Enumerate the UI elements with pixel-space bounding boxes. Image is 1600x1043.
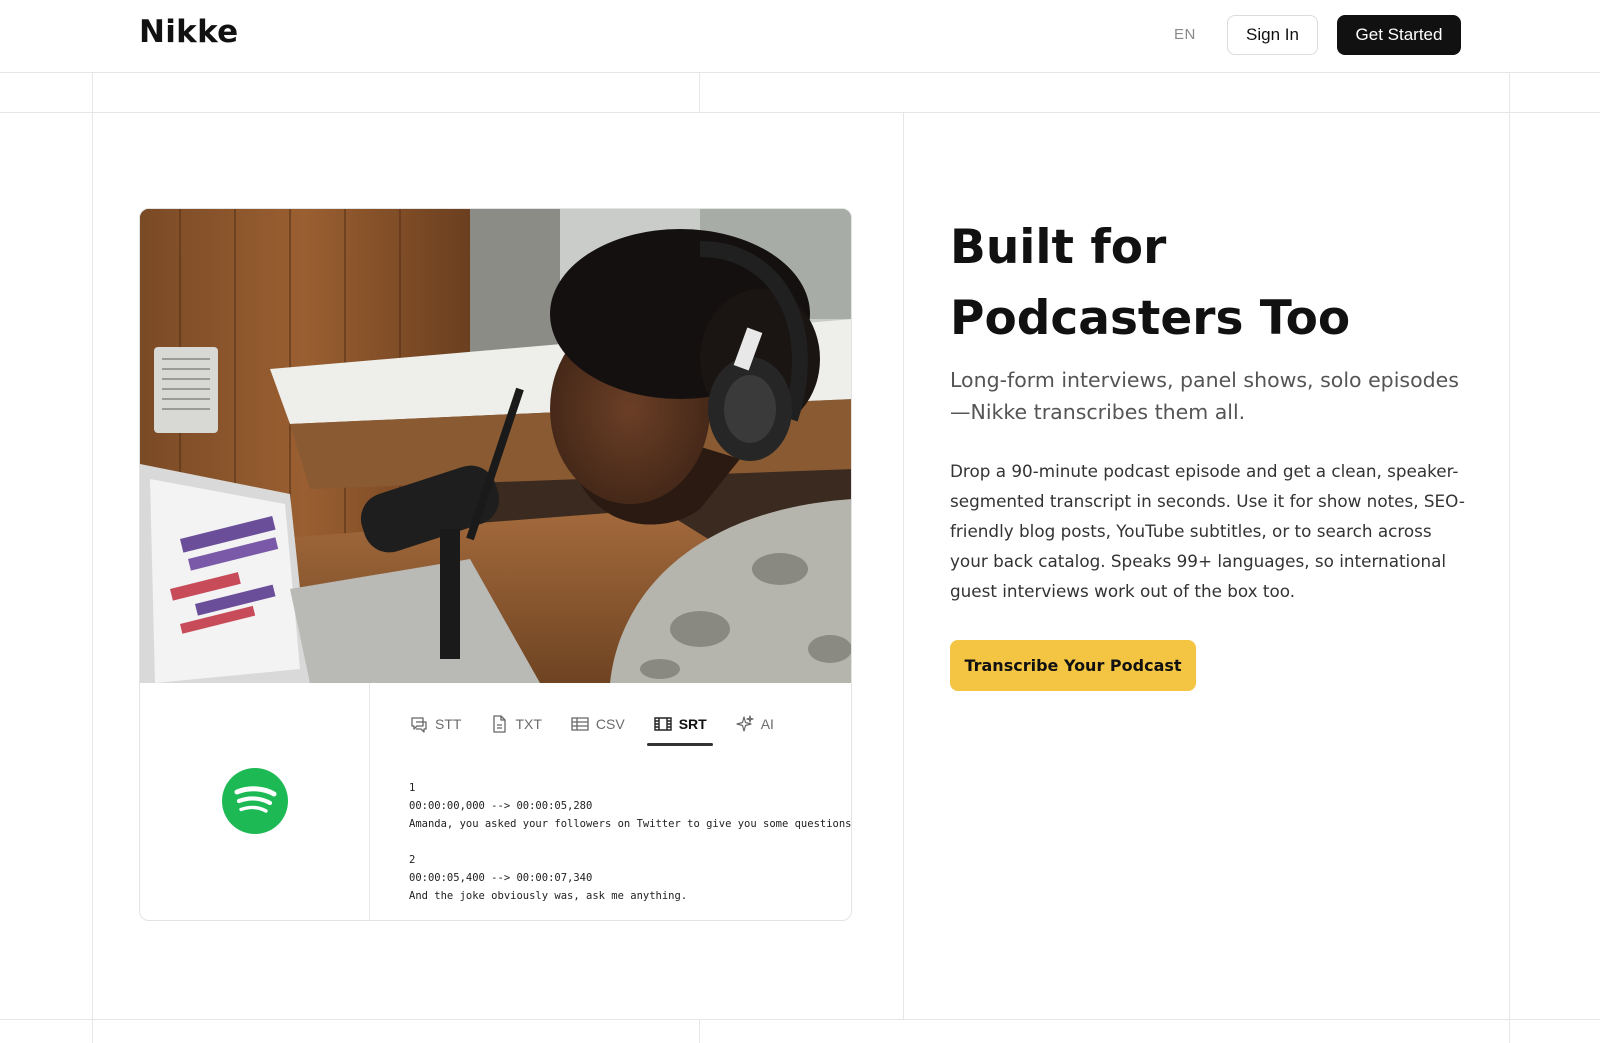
srt-transcript: 1 00:00:00,000 --> 00:00:05,280 Amanda, yo… [409, 779, 852, 905]
srt-line: 2 [409, 854, 416, 866]
sign-in-button[interactable]: Sign In [1227, 15, 1318, 55]
speech-bubble-icon [411, 717, 427, 733]
headline-line: Built for [950, 220, 1167, 275]
podcaster-photo [140, 209, 851, 683]
srt-line: And the joke obviously was, ask me anyth… [409, 890, 688, 902]
document-icon [493, 715, 507, 733]
grid-line [903, 112, 904, 1019]
film-icon [654, 717, 672, 731]
srt-line: Amanda, you asked your followers on Twit… [409, 818, 852, 830]
tab-label: STT [435, 716, 462, 732]
srt-line: 00:00:00,000 --> 00:00:05,280 [409, 800, 593, 812]
tab-stt[interactable]: STT [399, 709, 471, 739]
description: Drop a 90-minute podcast episode and get… [950, 461, 1465, 601]
page-title: Built for Podcasters Too [950, 212, 1490, 354]
table-icon [571, 717, 589, 731]
srt-line: 00:00:05,400 --> 00:00:07,340 [409, 872, 593, 884]
sparkles-icon [736, 715, 754, 732]
source-pane [140, 683, 370, 920]
grid-line [1509, 73, 1510, 1043]
logo[interactable]: Nikke [139, 14, 239, 50]
grid-line [699, 1019, 700, 1043]
tab-label: AI [760, 716, 774, 732]
format-tabs: STT TXT CSV SRT AI [399, 709, 792, 746]
tab-label: TXT [515, 716, 542, 732]
top-nav: Nikke EN Sign In Get Started [0, 0, 1600, 73]
subheadline: Long-form interviews, panel shows, solo … [950, 368, 1459, 424]
get-started-button[interactable]: Get Started [1337, 15, 1461, 55]
tab-txt[interactable]: TXT [479, 709, 551, 739]
podcast-preview-card: STT TXT CSV SRT AI 1 00:00:00,000 --> 00:… [139, 208, 852, 921]
tab-label: CSV [595, 716, 625, 732]
grid-line [0, 1019, 1600, 1020]
grid-line [92, 73, 93, 1043]
tab-srt[interactable]: SRT [643, 709, 717, 746]
language-switcher[interactable]: EN [1174, 26, 1196, 43]
srt-line: 1 [409, 782, 416, 794]
tab-label: SRT [678, 716, 707, 732]
grid-line [0, 112, 1600, 113]
grid-line [699, 73, 700, 112]
transcribe-podcast-button[interactable]: Transcribe Your Podcast [950, 640, 1196, 691]
spotify-logo-icon [222, 768, 288, 834]
tab-ai[interactable]: AI [725, 709, 784, 739]
srt-line [409, 833, 851, 851]
tab-csv[interactable]: CSV [560, 709, 635, 739]
headline-line: Podcasters Too [950, 291, 1351, 346]
transcript-preview: STT TXT CSV SRT AI 1 00:00:00,000 --> 00:… [140, 683, 852, 920]
